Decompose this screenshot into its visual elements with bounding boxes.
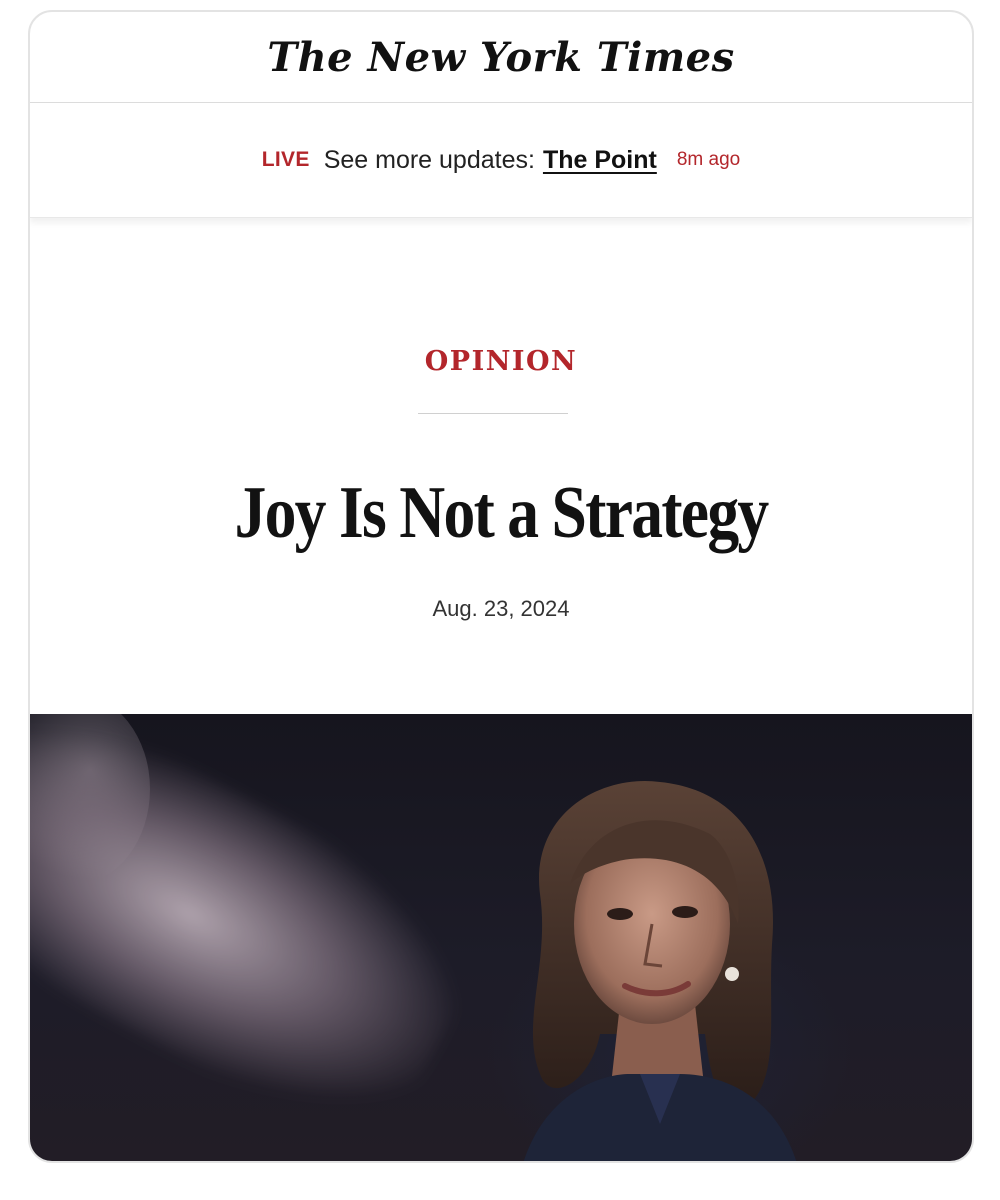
section-label[interactable]: OPINION <box>30 346 972 377</box>
article-card: The New York Times LIVE See more updates… <box>28 10 974 1163</box>
live-updates-text: See more updates: <box>323 145 535 174</box>
woman-portrait-photo <box>523 780 797 1161</box>
masthead: The New York Times <box>30 12 972 103</box>
article-headline: Joy Is Not a Strategy <box>234 472 769 554</box>
masthead-logo[interactable]: The New York Times <box>267 34 734 81</box>
live-badge: LIVE <box>261 148 310 171</box>
live-timestamp: 8m ago <box>676 149 741 170</box>
publish-date: Aug. 23, 2024 <box>432 596 570 621</box>
article-header: OPINION Joy Is Not a Strategy Aug. 23, 2… <box>30 218 972 714</box>
section-divider <box>418 413 568 414</box>
hero-image <box>30 714 972 1161</box>
lens-flare-streak <box>30 714 499 1161</box>
the-point-link[interactable]: The Point <box>543 146 657 175</box>
live-updates-bar: LIVE See more updates: The Point 8m ago <box>30 103 972 218</box>
